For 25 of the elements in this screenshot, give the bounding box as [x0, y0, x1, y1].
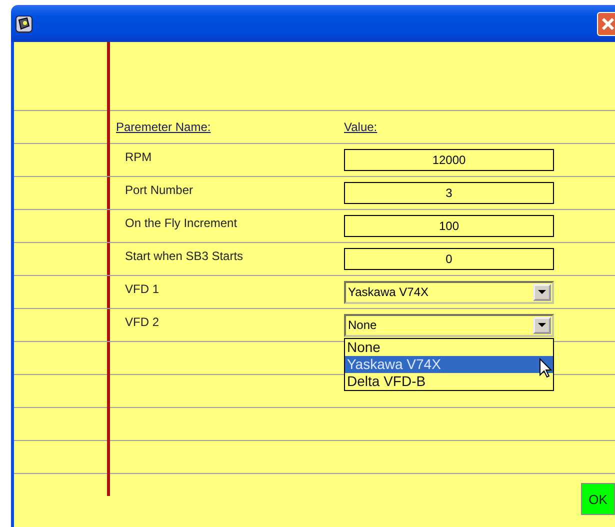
dropdown-field[interactable]: Yaskawa V74X [344, 280, 554, 304]
app-icon [15, 14, 33, 32]
dropdown-field[interactable]: None [344, 314, 554, 336]
value-field[interactable]: 100 [344, 215, 554, 237]
parameter-label: VFD 2 [124, 314, 160, 329]
close-icon [601, 16, 615, 30]
dropdown-option[interactable]: Yaskawa V74X [345, 356, 553, 373]
value-field[interactable]: 3 [344, 182, 554, 204]
parameter-label: Start when SB3 Starts [124, 248, 244, 263]
close-button[interactable] [597, 12, 615, 36]
dropdown-option[interactable]: None [345, 339, 553, 356]
dropdown-arrow-button[interactable] [533, 316, 551, 334]
value-field[interactable]: 12000 [344, 149, 554, 171]
value-field[interactable]: 0 [344, 248, 554, 270]
parameter-label: Port Number [124, 182, 194, 197]
ok-button[interactable]: OK [581, 483, 615, 515]
parameter-label: VFD 1 [124, 281, 160, 296]
caret-icon [538, 323, 546, 327]
dropdown-arrow-button[interactable] [533, 284, 551, 300]
column-header: Paremeter Name: [115, 120, 212, 134]
parameter-label: On the Fly Increment [124, 215, 238, 230]
parameter-label: RPM [124, 149, 153, 164]
caret-icon [538, 290, 546, 294]
column-header: Value: [344, 120, 378, 134]
dropdown-option[interactable]: Delta VFD-B [345, 373, 553, 390]
